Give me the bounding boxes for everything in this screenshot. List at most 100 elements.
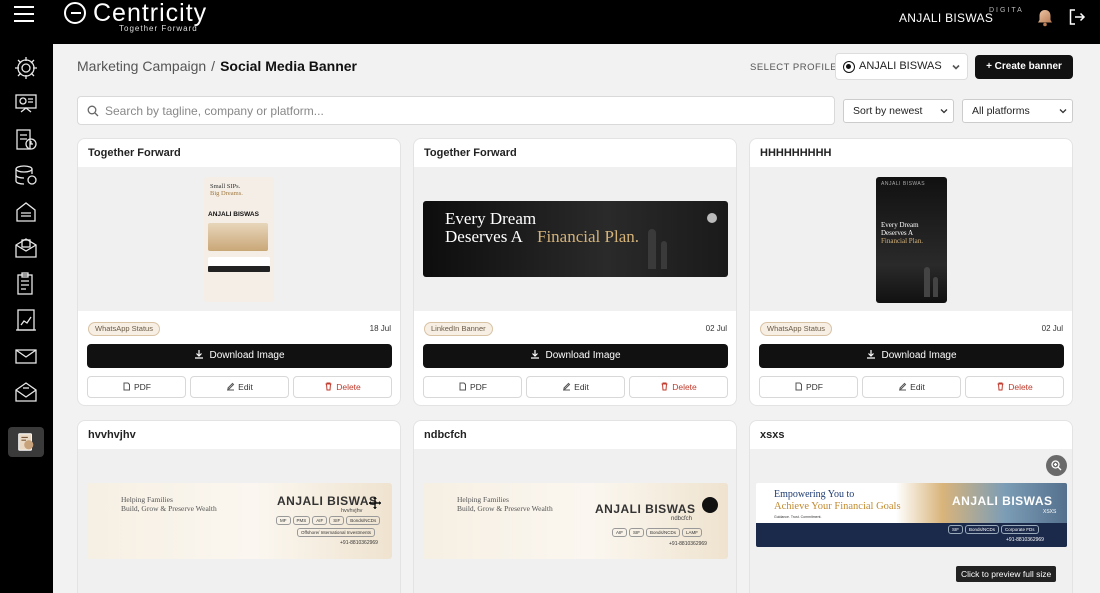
pdf-label: PDF [470, 382, 487, 392]
thumb-name: ANJALI BISWAS [952, 494, 1053, 508]
thumb-tag: Bonds/NCDs [646, 528, 681, 537]
download-image-button[interactable]: Download Image [87, 344, 392, 368]
platform-badge: WhatsApp Status [88, 322, 160, 336]
banner-thumbnail: Empowering You to Achieve Your Financial… [756, 483, 1067, 547]
thumb-line2: Build, Grow & Preserve Wealth [457, 504, 553, 513]
banner-preview[interactable]: Small SIPs. Big Dreams. ANJALI BISWAS [78, 167, 400, 311]
thumb-line2: Build, Grow & Preserve Wealth [121, 504, 217, 513]
thumb-phone: +91-8810362969 [1006, 537, 1044, 543]
download-image-button[interactable]: Download Image [423, 344, 728, 368]
menu-icon[interactable] [14, 6, 34, 24]
thumb-name: ANJALI BISWAS [595, 502, 696, 516]
download-label: Download Image [881, 350, 957, 361]
sidebar-item-mail[interactable] [12, 342, 40, 370]
thumb-line2: Achieve Your Financial Goals [774, 501, 901, 512]
delete-button[interactable]: Delete [965, 376, 1064, 398]
banner-preview[interactable]: Helping Families Build, Grow & Preserve … [414, 449, 736, 593]
thumb-line1: Helping Families [121, 495, 173, 504]
card-title: Together Forward [88, 147, 181, 159]
thumb-line1: Every Dream [445, 209, 537, 228]
sidebar-item-clipboard[interactable] [12, 270, 40, 298]
download-icon [867, 350, 876, 359]
thumb-tag: SIF [629, 528, 645, 537]
sidebar-item-banner[interactable] [8, 427, 44, 457]
sidebar [0, 44, 53, 593]
sidebar-item-mailbox[interactable] [12, 234, 40, 262]
mailbox-icon [15, 238, 37, 258]
sidebar-item-report[interactable] [12, 126, 40, 154]
thumb-sub: hvvhvjhv [341, 508, 363, 514]
sidebar-item-envelope[interactable] [12, 378, 40, 406]
create-banner-button[interactable]: + Create banner [975, 55, 1073, 79]
sidebar-item-document[interactable] [12, 198, 40, 226]
profile-select[interactable]: ANJALI BISWAS [835, 53, 968, 80]
thumb-phone: +91-8810362969 [669, 541, 707, 547]
edit-button[interactable]: Edit [190, 376, 289, 398]
trash-icon [325, 382, 332, 391]
zoom-in-icon [1051, 460, 1062, 471]
clipboard-icon [17, 272, 33, 295]
mail-icon [15, 349, 37, 364]
sort-select-value: Sort by newest [853, 105, 923, 117]
banner-thumbnail: Helping Families Build, Grow & Preserve … [423, 483, 728, 559]
sidebar-item-settings[interactable] [12, 54, 40, 82]
banner-card: HHHHHHHHH ANJALI BISWAS Every Dream Dese… [749, 138, 1073, 406]
card-title: hvvhvjhv [88, 429, 136, 441]
sort-select[interactable]: Sort by newest [843, 99, 954, 123]
thumb-tag: AIF [612, 528, 628, 537]
card-date: 02 Jul [1041, 324, 1063, 333]
thumb-logo [707, 213, 717, 223]
sidebar-item-presentation[interactable] [12, 90, 40, 118]
delete-label: Delete [1008, 382, 1033, 392]
logout-icon[interactable] [1068, 8, 1086, 26]
thumb-tags: SIF Bonds/NCDs Corporate FDs [948, 525, 1039, 534]
pdf-button[interactable]: PDF [87, 376, 186, 398]
banner-thumbnail: Small SIPs. Big Dreams. ANJALI BISWAS [204, 177, 274, 302]
card-title: HHHHHHHHH [760, 147, 832, 159]
banner-preview[interactable]: Every Dream Deserves A Financial Plan. [414, 167, 736, 311]
settings-icon [15, 57, 37, 79]
thumb-tag: MF [276, 516, 291, 525]
search-input[interactable] [105, 102, 825, 120]
thumb-tag: AIF [312, 516, 328, 525]
breadcrumb-parent[interactable]: Marketing Campaign [77, 58, 206, 74]
pdf-button[interactable]: PDF [423, 376, 522, 398]
banner-card: ndbcfch Helping Families Build, Grow & P… [413, 420, 737, 593]
card-title: Together Forward [424, 147, 517, 159]
thumb-tag: Bonds/NCDs [346, 516, 381, 525]
thumb-name: ANJALI BISWAS [277, 494, 378, 508]
banner-preview[interactable]: ANJALI BISWAS Every Dream Deserves A Fin… [750, 167, 1072, 311]
banner-preview[interactable]: Helping Families Build, Grow & Preserve … [78, 449, 400, 593]
page-title: Social Media Banner [220, 58, 357, 74]
edit-button[interactable]: Edit [862, 376, 961, 398]
zoom-button[interactable] [1046, 455, 1067, 476]
profile-selected: ANJALI BISWAS [859, 60, 942, 72]
edit-icon [227, 383, 235, 391]
thumb-tag: Bonds/NCDs [965, 525, 1000, 534]
chevron-down-icon [952, 64, 960, 70]
pdf-button[interactable]: PDF [759, 376, 858, 398]
thumb-footer [208, 266, 270, 272]
card-title: ndbcfch [424, 429, 467, 441]
preview-tooltip: Click to preview full size [956, 566, 1057, 582]
thumb-tag: LAMF [682, 528, 703, 537]
trash-icon [997, 382, 1004, 391]
delete-button[interactable]: Delete [629, 376, 728, 398]
platform-badge: WhatsApp Status [760, 322, 832, 336]
platform-select[interactable]: All platforms [962, 99, 1073, 123]
thumb-tags: AIF SIF Bonds/NCDs LAMF [612, 528, 703, 537]
sidebar-item-analytics[interactable] [12, 306, 40, 334]
thumb-tag: Corporate FDs [1001, 525, 1039, 534]
edit-button[interactable]: Edit [526, 376, 625, 398]
thumb-line3: Financial Plan. [881, 237, 923, 245]
thumb-tag: PMS [292, 516, 311, 525]
banner-card: Together Forward Every Dream Deserves A … [413, 138, 737, 406]
search-icon [87, 105, 99, 117]
thumb-name: ANJALI BISWAS [881, 181, 926, 187]
download-image-button[interactable]: Download Image [759, 344, 1064, 368]
notification-bell-icon[interactable] [1035, 8, 1055, 28]
thumb-coins [208, 223, 268, 251]
delete-button[interactable]: Delete [293, 376, 392, 398]
database-icon [15, 165, 37, 185]
sidebar-item-database[interactable] [12, 162, 40, 190]
